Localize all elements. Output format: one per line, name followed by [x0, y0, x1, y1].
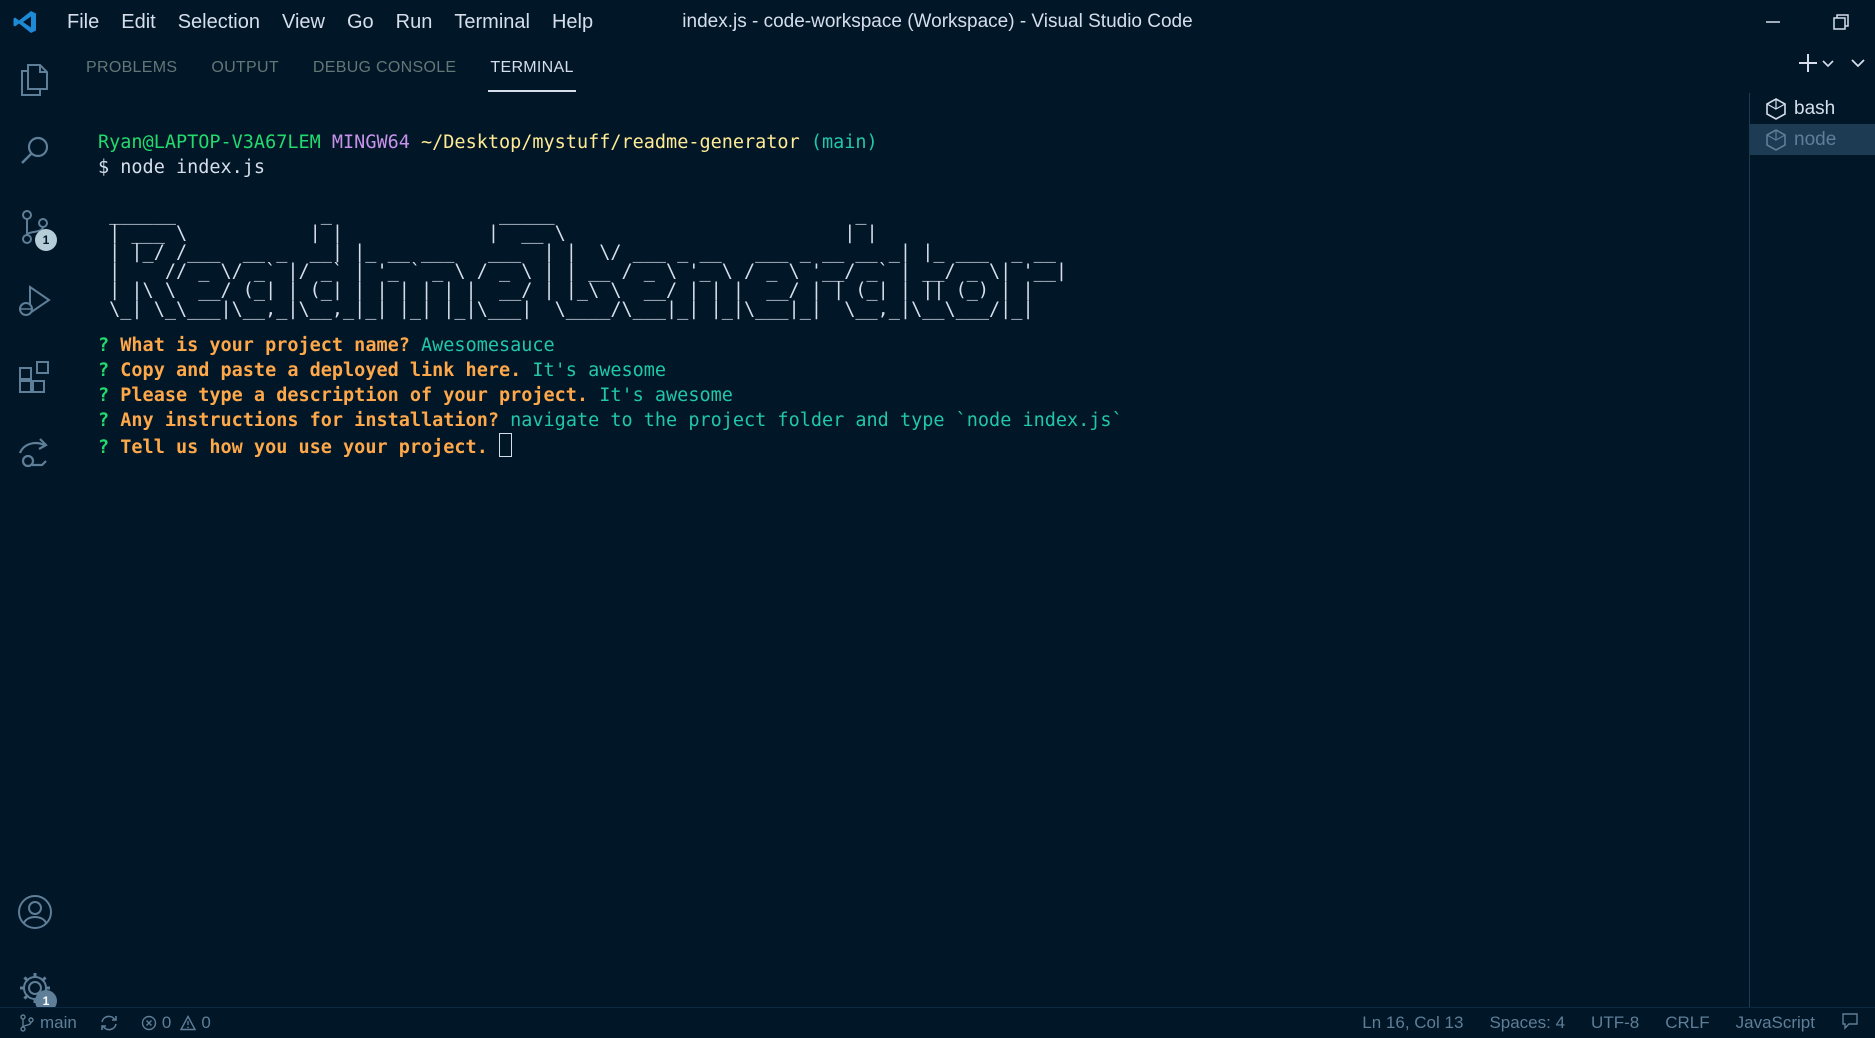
ascii-line: | |_/ /___ __ _ __| |_ __ ___ ___ | | \/…: [98, 242, 1068, 263]
menu-selection[interactable]: Selection: [167, 0, 271, 44]
run-debug-icon[interactable]: [15, 281, 55, 321]
source-control-icon[interactable]: 1: [15, 207, 57, 251]
question-mark: ?: [98, 410, 110, 431]
ascii-line: \_| \_\___|\__,_|\__,_|_| |_| |_|\___| \…: [98, 299, 1068, 320]
explorer-icon[interactable]: [15, 59, 55, 99]
restore-icon: [1833, 14, 1849, 30]
answer-text: navigate to the project folder and type …: [510, 410, 1123, 431]
prompt-user: Ryan@LAPTOP-V3A67LEM: [98, 132, 321, 153]
question-mark: ?: [98, 437, 110, 458]
terminal-profile-chevron-down-icon[interactable]: [1821, 56, 1835, 70]
question-text: Tell us how you use your project.: [120, 437, 488, 458]
question-line: ? Any instructions for installation? nav…: [98, 408, 1738, 433]
encoding[interactable]: UTF-8: [1591, 1013, 1639, 1033]
node-shell-icon: [1766, 128, 1786, 151]
panel-actions: [1797, 52, 1867, 74]
question-line: ? Please type a description of your proj…: [98, 383, 1738, 408]
prompt-line: Ryan@LAPTOP-V3A67LEM MINGW64 ~/Desktop/m…: [98, 130, 1738, 155]
search-icon[interactable]: [15, 131, 55, 171]
terminal-entry-label: node: [1794, 128, 1837, 150]
minimize-icon: [1766, 21, 1780, 23]
warning-count: 0: [201, 1013, 211, 1032]
menu-go[interactable]: Go: [336, 0, 385, 44]
manage-gear-icon[interactable]: 1: [15, 968, 57, 1012]
prompt-path: ~/Desktop/mystuff/readme-generator: [421, 132, 800, 153]
menu-edit[interactable]: Edit: [110, 0, 166, 44]
question-mark: ?: [98, 335, 110, 356]
scm-badge: 1: [35, 229, 57, 251]
indentation[interactable]: Spaces: 4: [1489, 1013, 1565, 1033]
terminal-entry-label: bash: [1794, 97, 1836, 119]
extensions-icon[interactable]: [15, 357, 55, 397]
terminal-entry-bash[interactable]: bash: [1750, 93, 1875, 124]
question-mark: ?: [98, 385, 110, 406]
remote-explorer-icon[interactable]: [15, 433, 55, 473]
menu-file[interactable]: File: [56, 0, 110, 44]
tab-terminal[interactable]: TERMINAL: [488, 44, 577, 92]
question-line: ? Tell us how you use your project.: [98, 433, 1738, 460]
cursor-position[interactable]: Ln 16, Col 13: [1362, 1013, 1463, 1033]
bash-shell-icon: [1766, 97, 1786, 120]
menu-run[interactable]: Run: [385, 0, 444, 44]
prompt-branch: (main): [810, 132, 878, 153]
question-mark: ?: [98, 360, 110, 381]
panel-collapse-chevron-down-icon[interactable]: [1849, 54, 1867, 72]
tab-problems[interactable]: PROBLEMS: [86, 44, 177, 92]
branch-indicator[interactable]: main: [20, 1013, 77, 1033]
answer-text: Awesomesauce: [421, 335, 555, 356]
question-line: ? Copy and paste a deployed link here. I…: [98, 358, 1738, 383]
terminal-list: bash node: [1749, 93, 1875, 1008]
terminal-entry-node[interactable]: node: [1750, 124, 1875, 155]
terminal-output[interactable]: Ryan@LAPTOP-V3A67LEM MINGW64 ~/Desktop/m…: [98, 130, 1738, 460]
menu-terminal[interactable]: Terminal: [443, 0, 541, 44]
tab-output[interactable]: OUTPUT: [211, 44, 279, 92]
answer-text: It's awesome: [599, 385, 733, 406]
minimize-button[interactable]: [1739, 0, 1807, 44]
problems-indicator[interactable]: 0 0: [141, 1013, 211, 1033]
activity-bar: 1 1: [0, 44, 70, 1012]
tab-debug-console[interactable]: DEBUG CONSOLE: [313, 44, 457, 92]
panel-tabs: PROBLEMS OUTPUT DEBUG CONSOLE TERMINAL: [86, 44, 608, 92]
feedback-icon[interactable]: [1841, 1012, 1859, 1035]
question-text: Any instructions for installation?: [120, 410, 499, 431]
ascii-line: | ___ \ | | | __ \ | |: [98, 223, 1012, 244]
question-text: Copy and paste a deployed link here.: [120, 360, 522, 381]
error-icon: [141, 1015, 157, 1031]
ascii-line: | // _ \/ _` |/ _` | '_ ` _ \ / _ \ | | …: [98, 261, 1068, 282]
command-line: $ node index.js: [98, 157, 266, 178]
menu-view[interactable]: View: [271, 0, 336, 44]
git-branch-icon: [20, 1014, 34, 1032]
ascii-line: ______ _ _____ _: [98, 204, 1012, 225]
end-of-line[interactable]: CRLF: [1665, 1013, 1709, 1033]
answer-text: It's awesome: [532, 360, 667, 381]
question-text: What is your project name?: [120, 335, 410, 356]
question-line: ? What is your project name? Awesomesauc…: [98, 333, 1738, 358]
error-count: 0: [161, 1013, 172, 1032]
status-bar: main 0 0 Ln 16, Col 13 Spaces: 4 UTF-8 C…: [0, 1007, 1875, 1038]
vscode-logo-icon: [10, 7, 40, 37]
terminal-cursor: [498, 433, 512, 457]
language-mode[interactable]: JavaScript: [1736, 1013, 1815, 1033]
accounts-icon[interactable]: [15, 892, 55, 932]
prompt-env: MINGW64: [331, 132, 410, 153]
ascii-line: | |\ \ __/ (_| | (_| | | | | | | __/ | |…: [98, 280, 1068, 301]
new-terminal-plus-icon[interactable]: [1797, 52, 1819, 74]
ascii-banner: ______ _ _____ _ | ___ \ | | | __ \ | | …: [98, 205, 1738, 319]
sync-icon[interactable]: [99, 1014, 119, 1032]
warning-icon: [180, 1015, 197, 1031]
menu-help[interactable]: Help: [541, 0, 604, 44]
title-bar: File Edit Selection View Go Run Terminal…: [0, 0, 1875, 44]
branch-name: main: [40, 1013, 77, 1032]
question-text: Please type a description of your projec…: [120, 385, 589, 406]
restore-button[interactable]: [1807, 0, 1875, 44]
